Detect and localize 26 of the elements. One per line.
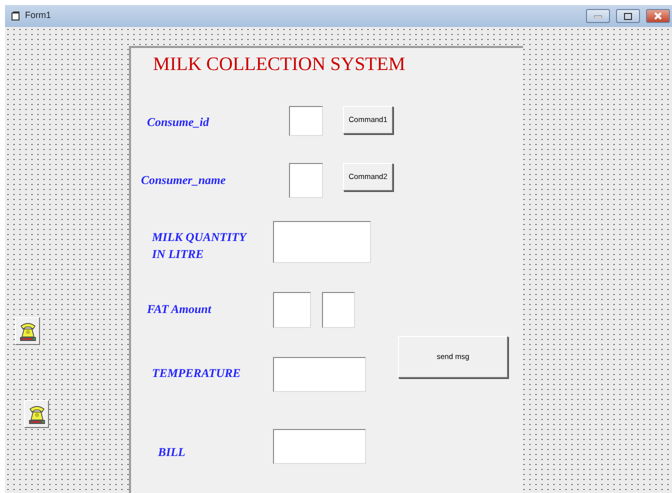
text-box[interactable] [289,106,323,136]
text-box[interactable] [273,357,366,392]
field-label: FAT Amount [147,301,212,318]
field-label: MILK QUANTITY IN LITRE [152,229,248,263]
field-label: Consumer_name [141,172,227,189]
window-title: Form1 [25,9,52,22]
minimize-button[interactable] [586,9,610,23]
form-heading: MILK COLLECTION SYSTEM [153,53,406,77]
text-box[interactable] [273,221,371,263]
text-box[interactable] [273,292,311,328]
minimize-icon [594,14,602,18]
phone-button[interactable] [24,400,49,428]
phone-button[interactable] [15,317,40,345]
maximize-button[interactable] [616,9,640,23]
form-icon [11,11,21,21]
field-label: TEMPERATURE [152,365,241,382]
telephone-icon [28,403,46,425]
close-button[interactable] [646,9,670,23]
text-box[interactable] [289,163,323,198]
maximize-icon [624,12,632,20]
text-box[interactable] [273,429,366,464]
field-label: BILL [158,444,186,461]
telephone-icon [18,320,36,342]
text-box[interactable] [322,292,355,328]
field-label: Consume_id [147,114,210,131]
close-icon [654,12,662,20]
